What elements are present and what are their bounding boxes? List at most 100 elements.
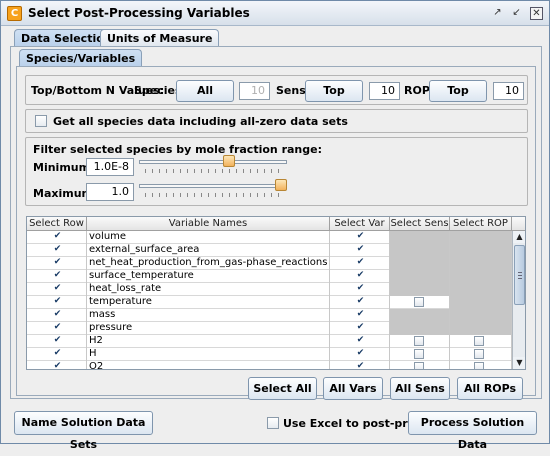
select-sens-checkbox[interactable] (414, 297, 424, 307)
species-n-field[interactable]: 10 (239, 82, 270, 100)
checkmark-icon[interactable]: ✔ (53, 310, 62, 319)
tab-units-of-measure[interactable]: Units of Measure (100, 29, 220, 47)
select-row-cell[interactable]: ✔ (27, 322, 87, 335)
rop-top-button[interactable]: Top (429, 80, 487, 102)
select-row-cell[interactable]: ✔ (27, 257, 87, 270)
table-row[interactable]: ✔ pressure ✔ (27, 322, 512, 335)
checkmark-icon[interactable]: ✔ (356, 310, 365, 319)
checkmark-icon[interactable]: ✔ (53, 232, 62, 241)
select-row-cell[interactable]: ✔ (27, 335, 87, 348)
select-rop-cell[interactable] (450, 335, 512, 348)
table-row[interactable]: ✔ volume ✔ (27, 231, 512, 244)
select-sens-checkbox[interactable] (414, 362, 424, 369)
restore-icon[interactable]: ↗ (491, 7, 504, 20)
checkmark-icon[interactable]: ✔ (53, 284, 62, 293)
select-var-cell[interactable]: ✔ (330, 309, 390, 322)
select-rop-checkbox[interactable] (474, 336, 484, 346)
select-sens-cell[interactable] (390, 296, 450, 309)
minimum-field[interactable]: 1.0E-8 (86, 158, 134, 176)
select-sens-cell[interactable] (390, 335, 450, 348)
all-rops-button[interactable]: All ROPs (457, 377, 523, 400)
header-variable-names[interactable]: Variable Names (87, 217, 330, 231)
select-var-cell[interactable]: ✔ (330, 231, 390, 244)
table-row[interactable]: ✔ surface_temperature ✔ (27, 270, 512, 283)
all-sens-button[interactable]: All Sens (390, 377, 450, 400)
select-var-cell[interactable]: ✔ (330, 270, 390, 283)
select-row-cell[interactable]: ✔ (27, 231, 87, 244)
title-bar[interactable]: C Select Post-Processing Variables ↗ ↙ ✕ (1, 1, 549, 26)
select-var-cell[interactable]: ✔ (330, 257, 390, 270)
checkmark-icon[interactable]: ✔ (356, 323, 365, 332)
checkmark-icon[interactable]: ✔ (53, 258, 62, 267)
select-var-cell[interactable]: ✔ (330, 335, 390, 348)
table-row[interactable]: ✔ net_heat_production_from_gas-phase_reac… (27, 257, 512, 270)
select-rop-checkbox[interactable] (474, 362, 484, 369)
table-row[interactable]: ✔ temperature ✔ (27, 296, 512, 309)
checkmark-icon[interactable]: ✔ (53, 271, 62, 280)
select-row-cell[interactable]: ✔ (27, 244, 87, 257)
checkmark-icon[interactable]: ✔ (356, 271, 365, 280)
maximum-field[interactable]: 1.0 (86, 183, 134, 201)
table-row[interactable]: ✔ O2 ✔ (27, 361, 512, 370)
select-sens-cell[interactable] (390, 348, 450, 361)
table-row[interactable]: ✔ external_surface_area ✔ (27, 244, 512, 257)
select-sens-checkbox[interactable] (414, 336, 424, 346)
select-row-cell[interactable]: ✔ (27, 309, 87, 322)
sens-n-field[interactable]: 10 (369, 82, 400, 100)
checkmark-icon[interactable]: ✔ (356, 258, 365, 267)
select-row-cell[interactable]: ✔ (27, 283, 87, 296)
checkmark-icon[interactable]: ✔ (53, 349, 62, 358)
table-row[interactable]: ✔ H2 ✔ (27, 335, 512, 348)
all-vars-button[interactable]: All Vars (323, 377, 383, 400)
table-scrollbar[interactable]: ▲ ▼ (512, 231, 525, 369)
header-select-sens[interactable]: Select Sens (390, 217, 450, 231)
table-row[interactable]: ✔ heat_loss_rate ✔ (27, 283, 512, 296)
select-var-cell[interactable]: ✔ (330, 361, 390, 370)
select-rop-checkbox[interactable] (474, 349, 484, 359)
checkmark-icon[interactable]: ✔ (356, 349, 365, 358)
header-select-row[interactable]: Select Row (27, 217, 87, 231)
tab-species-variables[interactable]: Species/Variables (19, 49, 143, 67)
select-var-cell[interactable]: ✔ (330, 283, 390, 296)
header-select-rop[interactable]: Select ROP (450, 217, 512, 231)
select-row-cell[interactable]: ✔ (27, 270, 87, 283)
maximum-slider-track[interactable] (139, 184, 287, 188)
select-var-cell[interactable]: ✔ (330, 296, 390, 309)
checkmark-icon[interactable]: ✔ (53, 336, 62, 345)
scroll-down-arrow-icon[interactable]: ▼ (513, 357, 525, 369)
select-row-cell[interactable]: ✔ (27, 348, 87, 361)
select-rop-cell[interactable] (450, 348, 512, 361)
checkmark-icon[interactable]: ✔ (356, 232, 365, 241)
table-row[interactable]: ✔ H ✔ (27, 348, 512, 361)
rop-n-field[interactable]: 10 (493, 82, 524, 100)
checkmark-icon[interactable]: ✔ (356, 245, 365, 254)
checkmark-icon[interactable]: ✔ (356, 336, 365, 345)
select-sens-cell[interactable] (390, 361, 450, 369)
maximize-icon[interactable]: ↙ (510, 7, 523, 20)
sens-top-button[interactable]: Top (305, 80, 363, 102)
close-icon[interactable]: ✕ (530, 7, 543, 20)
select-var-cell[interactable]: ✔ (330, 348, 390, 361)
checkmark-icon[interactable]: ✔ (53, 362, 62, 370)
process-solution-data-button[interactable]: Process Solution Data (408, 411, 537, 451)
checkmark-icon[interactable]: ✔ (356, 284, 365, 293)
select-rop-cell[interactable] (450, 361, 512, 369)
select-var-cell[interactable]: ✔ (330, 244, 390, 257)
checkmark-icon[interactable]: ✔ (356, 297, 365, 306)
minimum-slider-track[interactable] (139, 160, 287, 164)
zero-data-checkbox[interactable] (35, 115, 47, 127)
scroll-up-arrow-icon[interactable]: ▲ (513, 231, 525, 243)
checkmark-icon[interactable]: ✔ (356, 362, 365, 370)
select-all-button[interactable]: Select All (248, 377, 317, 400)
select-row-cell[interactable]: ✔ (27, 361, 87, 370)
maximum-slider-handle[interactable] (275, 179, 287, 191)
select-var-cell[interactable]: ✔ (330, 322, 390, 335)
species-all-button[interactable]: All (176, 80, 234, 102)
use-excel-checkbox[interactable] (267, 417, 279, 429)
checkmark-icon[interactable]: ✔ (53, 245, 62, 254)
scroll-thumb[interactable] (514, 245, 525, 305)
checkmark-icon[interactable]: ✔ (53, 297, 62, 306)
checkmark-icon[interactable]: ✔ (53, 323, 62, 332)
minimum-slider-handle[interactable] (223, 155, 236, 167)
name-solution-data-sets-button[interactable]: Name Solution Data Sets (14, 411, 153, 451)
